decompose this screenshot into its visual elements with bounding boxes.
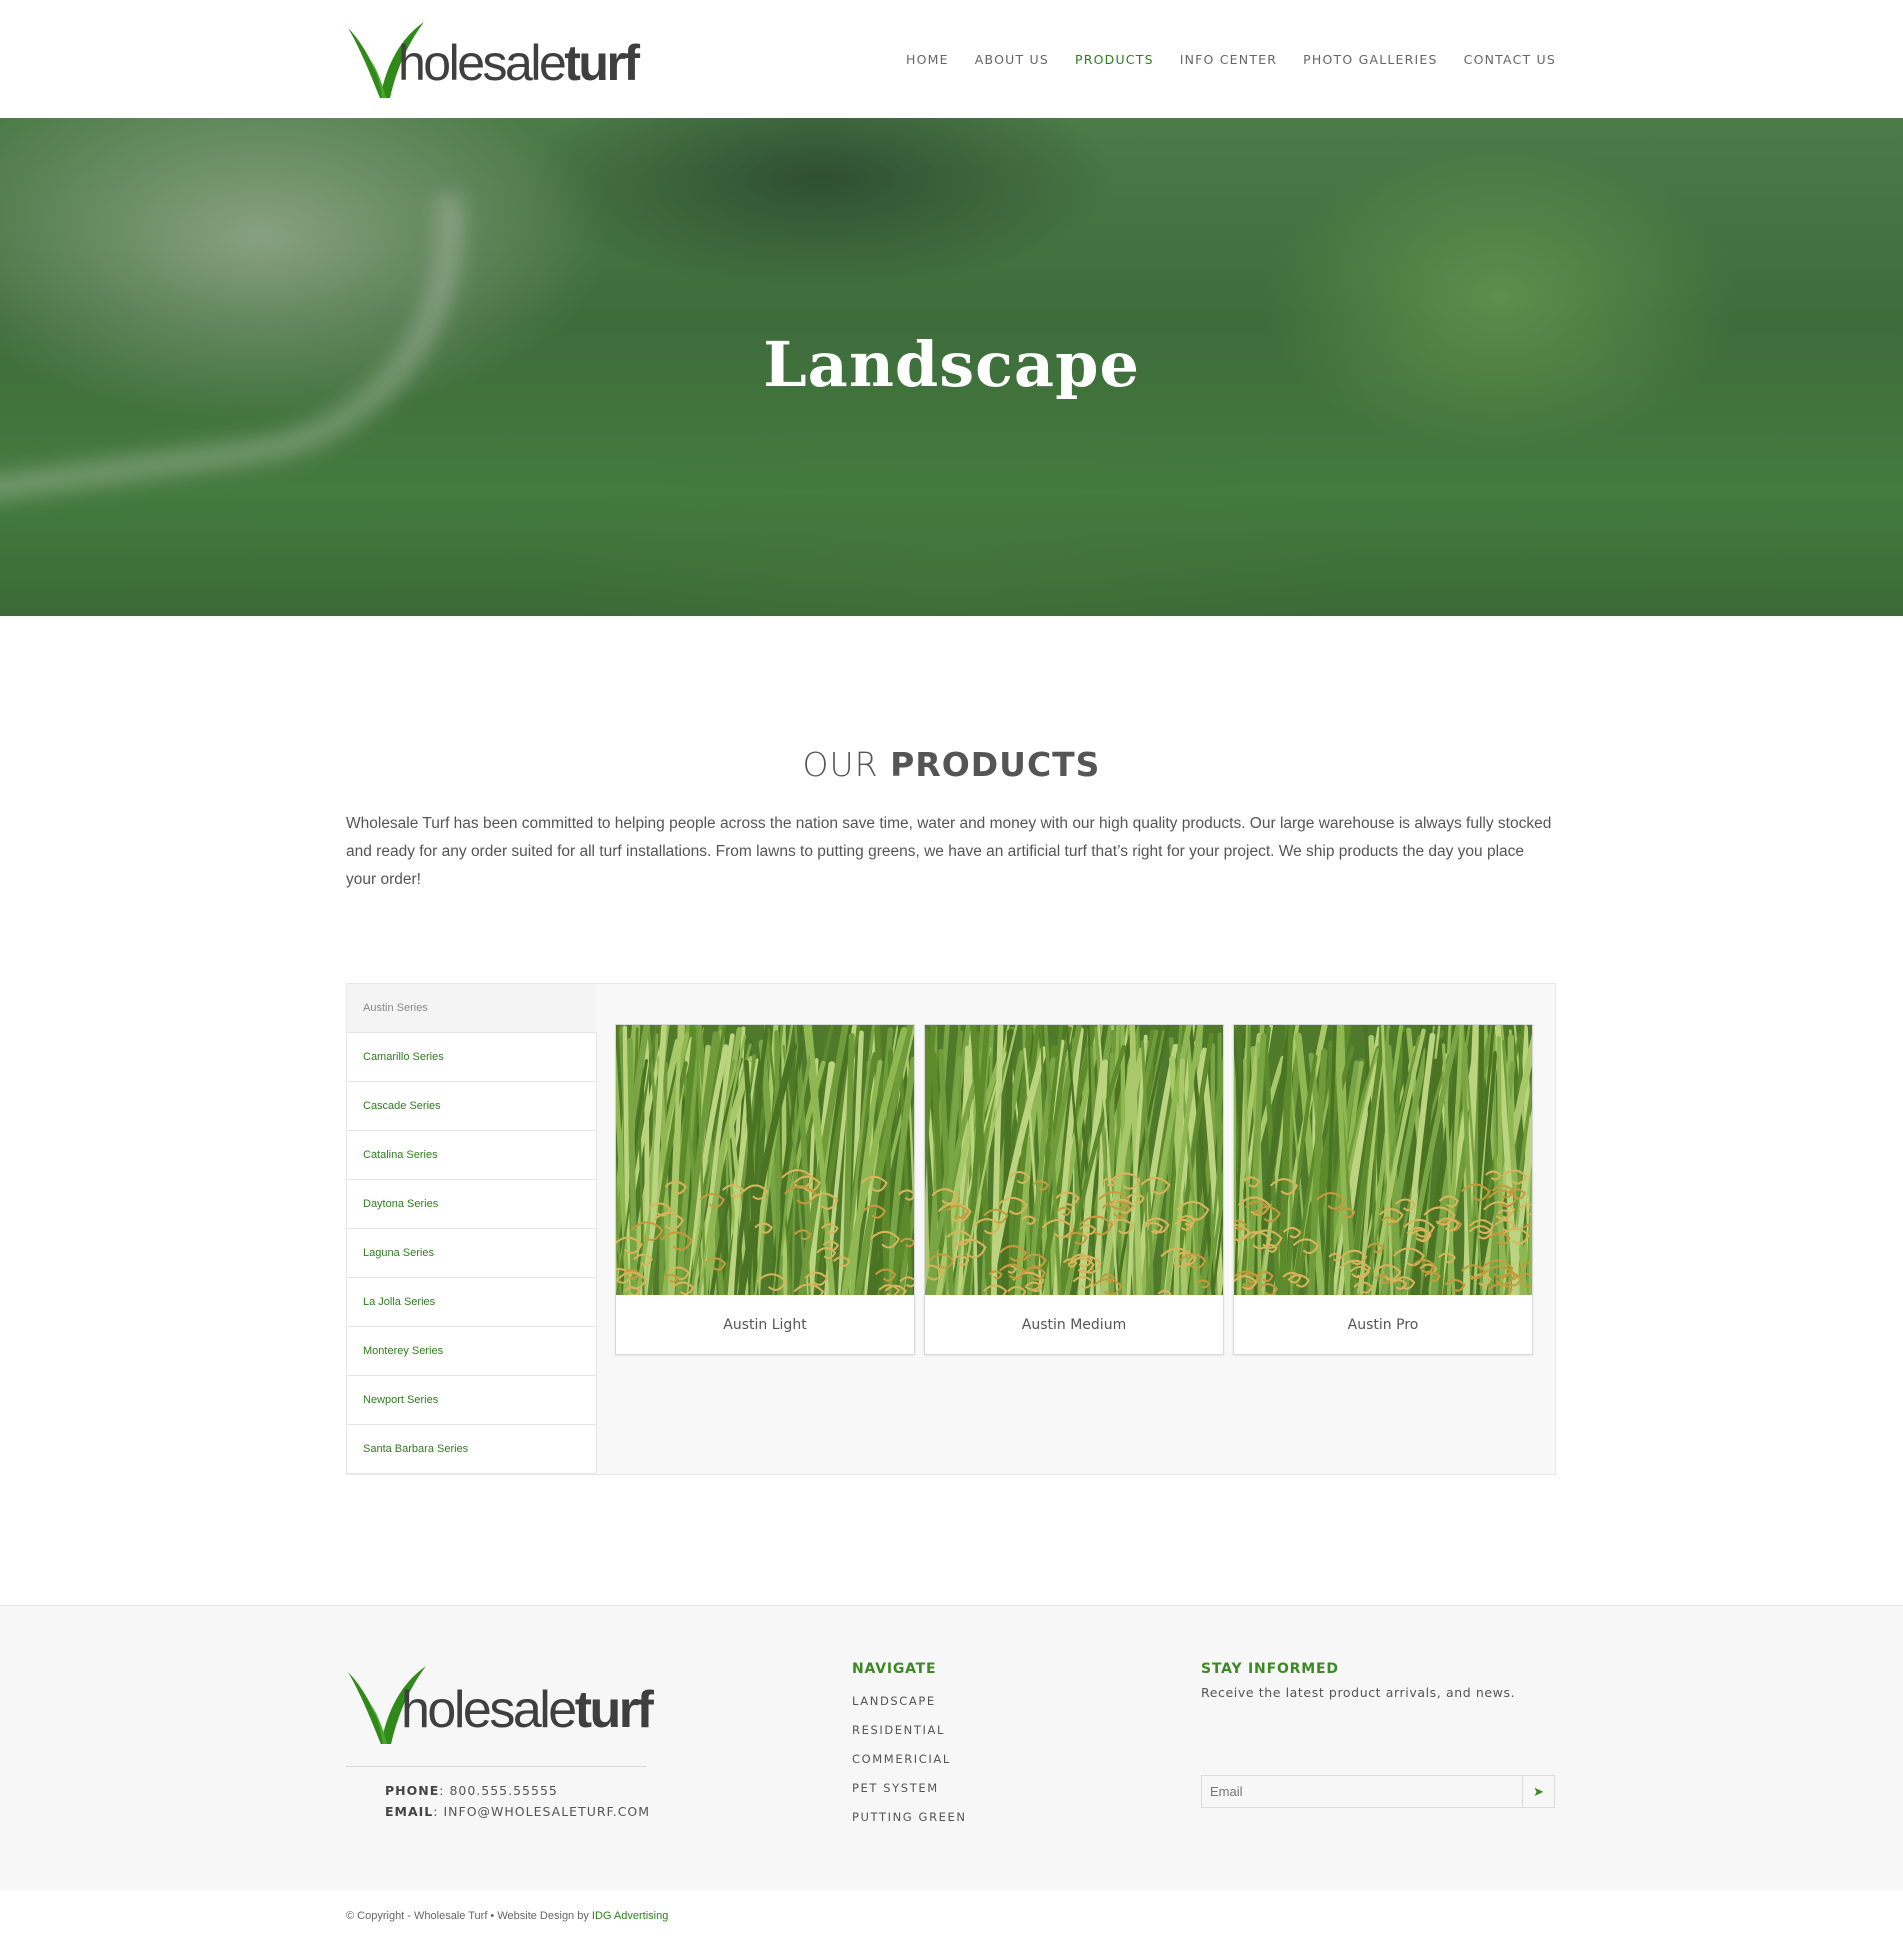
products-intro: Wholesale Turf has been committed to hel… xyxy=(346,815,1552,888)
nav-info-center[interactable]: INFO CENTER xyxy=(1180,52,1277,67)
product-image-austin-pro[interactable] xyxy=(1234,1025,1532,1295)
footer-navigate: NAVIGATE LANDSCAPE RESIDENTIAL COMMERICI… xyxy=(852,1661,967,1832)
product-card-austin-pro[interactable]: Austin Pro xyxy=(1233,1024,1533,1355)
footer-link-putting-green[interactable]: PUTTING GREEN xyxy=(852,1803,967,1832)
nav-products[interactable]: PRODUCTS xyxy=(1075,52,1154,67)
product-card-austin-light[interactable]: Austin Light xyxy=(615,1024,915,1355)
turf-texture-image xyxy=(925,1025,1223,1295)
series-tab-laguna[interactable]: Laguna Series xyxy=(347,1229,597,1278)
logo-text-bold: turf xyxy=(574,1681,654,1739)
product-label[interactable]: Austin Medium xyxy=(925,1295,1223,1355)
logo-text-light: holesale xyxy=(398,35,567,91)
product-image-austin-medium[interactable] xyxy=(925,1025,1223,1295)
main-nav: HOME ABOUT US PRODUCTS INFO CENTER PHOTO… xyxy=(906,52,1556,67)
product-label[interactable]: Austin Pro xyxy=(1234,1295,1532,1355)
footer-nav-links: LANDSCAPE RESIDENTIAL COMMERICIAL PET SY… xyxy=(852,1687,967,1832)
footer-divider xyxy=(346,1766,646,1767)
series-tab-newport[interactable]: Newport Series xyxy=(347,1376,597,1425)
logo-text-light: holesale xyxy=(401,1681,577,1739)
logo-text-bold: turf xyxy=(564,35,640,91)
logo-wordmark: holesaleturf xyxy=(401,1681,654,1739)
stay-informed-subtext: Receive the latest product arrivals, and… xyxy=(1201,1685,1516,1700)
stay-informed-heading: STAY INFORMED xyxy=(1201,1661,1339,1677)
series-tab-santa-barbara[interactable]: Santa Barbara Series xyxy=(347,1425,597,1474)
footer-contact: PHONE: 800.555.55555 EMAIL: INFO@WHOLESA… xyxy=(385,1783,651,1819)
footer-link-residential[interactable]: RESIDENTIAL xyxy=(852,1716,967,1745)
copyright: © Copyright - Wholesale Turf • Website D… xyxy=(346,1910,668,1922)
products-panel: Austin Series Camarillo Series Cascade S… xyxy=(346,983,1556,1475)
series-tab-daytona[interactable]: Daytona Series xyxy=(347,1180,597,1229)
hero-title: Landscape xyxy=(763,328,1140,401)
newsletter-email-input[interactable] xyxy=(1202,1776,1522,1807)
email-value[interactable]: INFO@WHOLESALETURF.COM xyxy=(443,1804,650,1819)
product-cards: Austin Light Austin Medium Austin Pro xyxy=(615,1024,1533,1355)
navigate-heading: NAVIGATE xyxy=(852,1661,937,1677)
product-image-austin-light[interactable] xyxy=(616,1025,914,1295)
products-heading-light: OUR xyxy=(802,745,891,784)
nav-home[interactable]: HOME xyxy=(906,52,949,67)
phone-label: PHONE xyxy=(385,1783,440,1798)
phone-value[interactable]: 800.555.55555 xyxy=(449,1783,557,1798)
designer-link[interactable]: IDG Advertising xyxy=(592,1910,668,1922)
footer-link-landscape[interactable]: LANDSCAPE xyxy=(852,1687,967,1716)
hero-banner: Landscape xyxy=(0,118,1903,616)
newsletter-submit-button[interactable]: ➤ xyxy=(1522,1776,1554,1807)
footer-link-commercial[interactable]: COMMERICIAL xyxy=(852,1745,967,1774)
product-label[interactable]: Austin Light xyxy=(616,1295,914,1355)
series-tab-la-jolla[interactable]: La Jolla Series xyxy=(347,1278,597,1327)
copyright-text: © Copyright - Wholesale Turf • Website D… xyxy=(346,1910,592,1922)
nav-contact-us[interactable]: CONTACT US xyxy=(1464,52,1556,67)
nav-photo-galleries[interactable]: PHOTO GALLERIES xyxy=(1303,52,1438,67)
product-card-austin-medium[interactable]: Austin Medium xyxy=(924,1024,1224,1355)
series-tab-monterey[interactable]: Monterey Series xyxy=(347,1327,597,1376)
footer-logo[interactable]: holesaleturf xyxy=(346,1662,654,1744)
turf-texture-image xyxy=(1234,1025,1532,1295)
turf-texture-image xyxy=(616,1025,914,1295)
series-tab-cascade[interactable]: Cascade Series xyxy=(347,1082,597,1131)
site-footer: holesaleturf PHONE: 800.555.55555 EMAIL:… xyxy=(0,1605,1903,1890)
newsletter-form: ➤ xyxy=(1201,1775,1555,1808)
footer-newsletter: STAY INFORMED Receive the latest product… xyxy=(1201,1661,1557,1821)
site-logo[interactable]: holesaleturf xyxy=(346,18,640,100)
site-header: holesaleturf HOME ABOUT US PRODUCTS INFO… xyxy=(0,0,1903,118)
series-tabs: Austin Series Camarillo Series Cascade S… xyxy=(347,984,597,1474)
footer-link-pet-system[interactable]: PET SYSTEM xyxy=(852,1774,967,1803)
series-tab-camarillo[interactable]: Camarillo Series xyxy=(347,1033,597,1082)
nav-about-us[interactable]: ABOUT US xyxy=(975,52,1049,67)
series-tab-catalina[interactable]: Catalina Series xyxy=(347,1131,597,1180)
products-heading: OUR PRODUCTS xyxy=(0,745,1903,784)
logo-wordmark: holesaleturf xyxy=(398,35,640,91)
email-label: EMAIL xyxy=(385,1804,434,1819)
send-arrow-icon: ➤ xyxy=(1533,1783,1544,1799)
products-heading-bold: PRODUCTS xyxy=(890,745,1101,784)
series-tab-austin[interactable]: Austin Series xyxy=(347,984,597,1033)
